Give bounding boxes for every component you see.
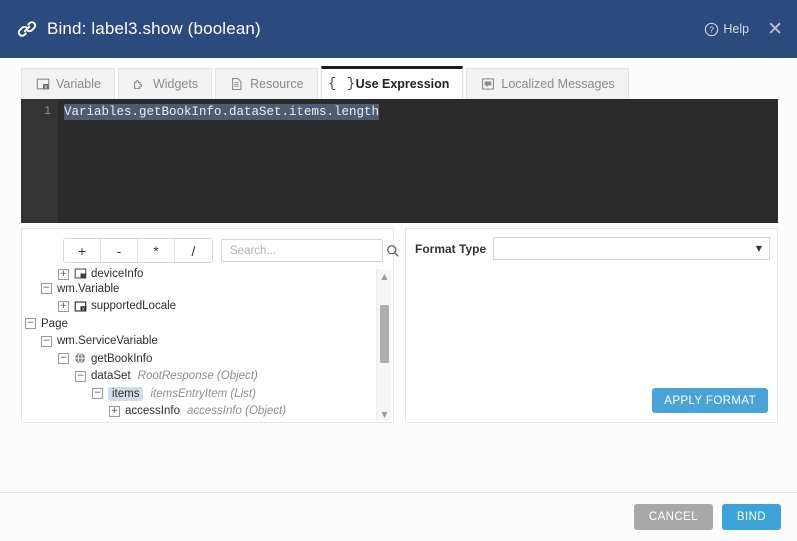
search-input[interactable] bbox=[228, 244, 386, 258]
header-actions: ? Help ✕ bbox=[704, 20, 783, 39]
globe-icon bbox=[74, 352, 87, 365]
tree-item-label: dataSet bbox=[91, 370, 131, 382]
tree-item-label: accessInfo bbox=[125, 405, 180, 417]
tree-collapse-toggle[interactable]: − bbox=[75, 371, 86, 382]
variable-icon bbox=[74, 268, 87, 280]
tree-collapse-toggle[interactable]: − bbox=[92, 388, 103, 399]
format-type-label: Format Type bbox=[415, 242, 493, 256]
variable-tree-panel: + - * / + bbox=[21, 228, 394, 423]
search-box[interactable] bbox=[221, 239, 383, 262]
svg-text:?: ? bbox=[710, 25, 715, 34]
tab-use-expression[interactable]: { } Use Expression bbox=[321, 66, 464, 99]
expression-editor[interactable]: 1 Variables.getBookInfo.dataSet.items.le… bbox=[21, 99, 778, 223]
tree-item-dataset[interactable]: − dataSet RootResponse (Object) bbox=[23, 368, 373, 386]
variable-icon: x bbox=[35, 77, 50, 92]
editor-code-area[interactable]: Variables.getBookInfo.dataSet.items.leng… bbox=[58, 99, 778, 223]
question-circle-icon: ? bbox=[704, 22, 719, 37]
lower-panels: + - * / + bbox=[21, 228, 778, 423]
curly-braces-icon: { } bbox=[335, 77, 350, 92]
tree-item-deviceinfo[interactable]: + deviceInfo bbox=[23, 268, 373, 280]
format-type-row: Format Type ▼ bbox=[415, 237, 770, 260]
svg-text:x: x bbox=[44, 84, 47, 90]
puzzle-piece-icon bbox=[132, 77, 147, 92]
close-icon[interactable]: ✕ bbox=[767, 20, 783, 39]
operator-minus-button[interactable]: - bbox=[101, 239, 138, 262]
bind-dialog: Bind: label3.show (boolean) ? Help ✕ bbox=[0, 0, 797, 541]
editor-gutter: 1 bbox=[21, 99, 58, 223]
tree-expand-toggle[interactable]: + bbox=[58, 269, 69, 280]
scrollbar-thumb[interactable] bbox=[380, 305, 389, 363]
page-title: Bind: label3.show (boolean) bbox=[47, 19, 261, 39]
tree-item-label: deviceInfo bbox=[91, 268, 143, 280]
tree-collapse-toggle[interactable]: − bbox=[41, 283, 52, 294]
triangle-down-icon[interactable]: ▼ bbox=[377, 407, 392, 421]
tab-variable[interactable]: x Variable bbox=[21, 68, 115, 99]
apply-format-button[interactable]: APPLY FORMAT bbox=[652, 388, 768, 413]
triangle-up-icon[interactable]: ▲ bbox=[377, 269, 392, 283]
tree-item-type: RootResponse (Object) bbox=[138, 370, 258, 382]
dialog-footer: CANCEL BIND bbox=[0, 493, 797, 541]
expression-text[interactable]: Variables.getBookInfo.dataSet.items.leng… bbox=[64, 104, 379, 120]
line-number: 1 bbox=[21, 105, 51, 118]
tab-label: Variable bbox=[56, 77, 101, 91]
cancel-button[interactable]: CANCEL bbox=[634, 504, 713, 530]
dialog-header: Bind: label3.show (boolean) ? Help ✕ bbox=[0, 0, 797, 58]
tree-collapse-toggle[interactable]: − bbox=[25, 318, 36, 329]
tree-expand-toggle[interactable]: + bbox=[58, 301, 69, 312]
tree-item-label: getBookInfo bbox=[91, 353, 152, 365]
tree-item-type: itemsEntryItem (List) bbox=[150, 388, 255, 400]
tab-localized-messages[interactable]: Localized Messages bbox=[466, 68, 628, 99]
tree-item-label: Page bbox=[41, 318, 68, 330]
variable-icon: x bbox=[74, 300, 87, 313]
tree-collapse-toggle[interactable]: − bbox=[41, 336, 52, 347]
tab-bar: x Variable Widgets Resource { } bbox=[21, 68, 778, 99]
tree-item-page[interactable]: − Page bbox=[23, 315, 373, 333]
link-icon bbox=[16, 18, 38, 40]
document-icon bbox=[229, 77, 244, 92]
tree-item-accessinfo[interactable]: + accessInfo accessInfo (Object) bbox=[23, 403, 373, 421]
operator-plus-button[interactable]: + bbox=[64, 239, 101, 262]
operator-button-group: + - * / bbox=[63, 238, 213, 263]
tree-item-label: supportedLocale bbox=[91, 300, 176, 312]
tree-item-supportedlocale[interactable]: + x supportedLocale bbox=[23, 298, 373, 316]
help-label: Help bbox=[723, 22, 749, 36]
chevron-down-icon: ▼ bbox=[756, 244, 762, 253]
tree-item-type: accessInfo (Object) bbox=[187, 405, 286, 417]
tree-item-label: wm.Variable bbox=[57, 283, 119, 295]
format-panel: Format Type ▼ APPLY FORMAT bbox=[405, 228, 778, 423]
tab-label: Use Expression bbox=[356, 77, 450, 91]
tree-item-wm-servicevariable[interactable]: − wm.ServiceVariable bbox=[23, 333, 373, 351]
operator-divide-button[interactable]: / bbox=[175, 239, 212, 262]
dialog-title-group: Bind: label3.show (boolean) bbox=[16, 18, 704, 40]
operator-multiply-button[interactable]: * bbox=[138, 239, 175, 262]
tree-item-label: items bbox=[108, 387, 143, 401]
tab-label: Localized Messages bbox=[501, 77, 614, 91]
tree-item-items[interactable]: − items itemsEntryItem (List) bbox=[23, 385, 373, 403]
localized-message-icon bbox=[480, 77, 495, 92]
tab-label: Resource bbox=[250, 77, 304, 91]
tab-resource[interactable]: Resource bbox=[215, 68, 318, 99]
operator-toolbar: + - * / bbox=[63, 238, 383, 263]
tree-expand-toggle[interactable]: + bbox=[109, 406, 120, 417]
tab-label: Widgets bbox=[153, 77, 198, 91]
search-icon[interactable] bbox=[386, 244, 400, 258]
tree-scrollbar[interactable]: ▲ ▼ bbox=[376, 269, 391, 421]
tree-item-wm-variable[interactable]: − wm.Variable bbox=[23, 280, 373, 298]
tree-collapse-toggle[interactable]: − bbox=[58, 353, 69, 364]
tab-widgets[interactable]: Widgets bbox=[118, 68, 212, 99]
bind-button[interactable]: BIND bbox=[722, 504, 781, 530]
svg-text:x: x bbox=[82, 306, 85, 312]
help-button[interactable]: ? Help bbox=[704, 22, 749, 37]
format-type-select[interactable]: ▼ bbox=[493, 237, 770, 260]
variable-tree[interactable]: + deviceInfo − wm.Variable + bbox=[23, 268, 373, 422]
tree-item-getbookinfo[interactable]: − getBookInfo bbox=[23, 350, 373, 368]
tree-item-label: wm.ServiceVariable bbox=[57, 335, 158, 347]
